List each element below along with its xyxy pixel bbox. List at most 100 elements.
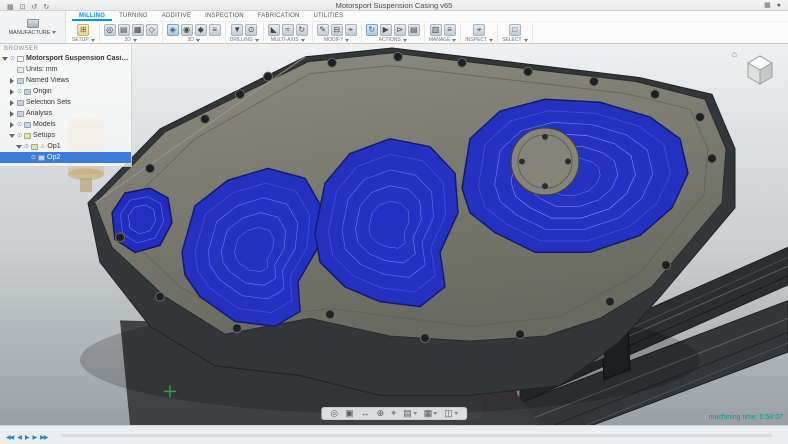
browser-row-units-mm[interactable]: Units: mm bbox=[0, 64, 131, 75]
go-to-end-icon[interactable]: ▶▶ bbox=[40, 435, 48, 441]
face-icon[interactable]: ▦ bbox=[131, 24, 144, 36]
step-forward-icon[interactable]: ▶ bbox=[32, 435, 37, 441]
browser-row-models[interactable]: ⊙ Models bbox=[0, 119, 131, 130]
ribbon-groups: ⊞ SETUP ◎ ▤ ▦ ◇ 2D ◈ ◉ ◆ ≡ 3D ▼ ⊙ DRILLING ◣ ≈ ↻ MULTI-AXI… bbox=[66, 22, 788, 43]
collapse-arrow-icon[interactable] bbox=[10, 99, 14, 106]
save-icon[interactable]: ⊡ bbox=[20, 4, 26, 11]
2d-contour-icon[interactable]: ◇ bbox=[145, 24, 158, 36]
browser-row-label: Models bbox=[33, 121, 56, 128]
undo-icon[interactable]: ↺ bbox=[32, 4, 38, 11]
browser-row-selection-sets[interactable]: Selection Sets bbox=[0, 97, 131, 108]
look-at-icon[interactable]: ▣ bbox=[345, 409, 354, 418]
setup-sheet-icon[interactable]: ▤ bbox=[407, 24, 420, 36]
pan-icon[interactable]: ↔ bbox=[361, 409, 370, 418]
expand-arrow-icon[interactable] bbox=[9, 133, 15, 138]
warning-icon: ⚠ bbox=[40, 143, 46, 150]
browser-row-analysis[interactable]: Analysis bbox=[0, 108, 131, 119]
coordinate-system-icon[interactable]: ⌖ bbox=[344, 24, 357, 36]
swarf-icon[interactable]: ◣ bbox=[267, 24, 280, 36]
tab-turning[interactable]: TURNING bbox=[112, 11, 155, 21]
generate-toolpath-icon[interactable]: ↻ bbox=[365, 24, 378, 36]
adaptive-clearing-icon[interactable]: ◈ bbox=[166, 24, 179, 36]
2d-adaptive-icon[interactable]: ◎ bbox=[103, 24, 116, 36]
tab-milling[interactable]: MILLING bbox=[72, 11, 112, 21]
collapse-arrow-icon[interactable] bbox=[10, 77, 14, 84]
orbit-icon[interactable]: ◎ bbox=[330, 409, 338, 418]
visibility-eye-icon[interactable]: ⊙ bbox=[10, 56, 15, 62]
collapse-arrow-icon[interactable] bbox=[10, 121, 14, 128]
measure-icon[interactable]: ⌖ bbox=[473, 24, 486, 36]
viewports-icon[interactable]: ◫ bbox=[444, 409, 458, 418]
steep-and-shallow-icon[interactable]: ◆ bbox=[194, 24, 207, 36]
title-bar: ▦ ⊡ ↺ ↻ Motorsport Suspension Casing v65 ▦ ● bbox=[0, 0, 788, 11]
task-manager-icon[interactable]: ≡ bbox=[443, 24, 456, 36]
ribbon-group-label-drilling[interactable]: DRILLING bbox=[230, 36, 259, 43]
simulate-icon[interactable]: ▶ bbox=[379, 24, 392, 36]
play-icon[interactable]: ▶ bbox=[25, 435, 30, 441]
application-grid-icon[interactable]: ▦ bbox=[7, 4, 14, 11]
ribbon-group-label-inspect[interactable]: INSPECT bbox=[465, 36, 494, 43]
collapse-arrow-icon[interactable] bbox=[10, 110, 14, 117]
display-settings-icon[interactable]: ▤ bbox=[403, 409, 417, 418]
collapse-arrow-icon[interactable] bbox=[10, 88, 14, 95]
browser-panel-header[interactable]: BROWSER bbox=[0, 44, 131, 53]
tab-fabrication[interactable]: FABRICATION bbox=[251, 11, 307, 21]
browser-row-op2[interactable]: ⊙ Op2 bbox=[0, 152, 131, 163]
go-to-start-icon[interactable]: ◀◀ bbox=[6, 435, 14, 441]
fixture-icon[interactable]: ⊟ bbox=[330, 24, 343, 36]
visibility-eye-icon[interactable]: ⊙ bbox=[24, 144, 29, 150]
expand-arrow-icon[interactable] bbox=[2, 56, 8, 61]
extensions-icon[interactable]: ▦ bbox=[764, 1, 771, 10]
browser-row-label: Motorsport Suspension Casing v65 bbox=[26, 55, 129, 62]
step-back-icon[interactable]: ◀ bbox=[17, 435, 22, 441]
browser-row-motorsport-suspension-casing-v65[interactable]: ⊙ Motorsport Suspension Casing v65 bbox=[0, 53, 131, 64]
ribbon-group-label-actions[interactable]: ACTIONS bbox=[366, 36, 420, 43]
viewport[interactable]: BROWSER ⊙ Motorsport Suspension Casing v6… bbox=[0, 44, 788, 425]
post-process-icon[interactable]: ⊳ bbox=[393, 24, 406, 36]
visibility-eye-icon[interactable]: ⊙ bbox=[31, 155, 36, 161]
new-setup-icon[interactable]: ⊞ bbox=[77, 24, 90, 36]
visibility-eye-icon[interactable]: ⊙ bbox=[17, 122, 22, 128]
edit-toolpath-icon[interactable]: ✎ bbox=[316, 24, 329, 36]
home-view-icon[interactable]: ⌂ bbox=[732, 49, 737, 59]
2d-pocket-icon[interactable]: ▤ bbox=[117, 24, 130, 36]
view-cube[interactable]: ⌂ bbox=[732, 49, 780, 89]
ribbon-group-label-select[interactable]: SELECT bbox=[502, 36, 528, 43]
tab-additive[interactable]: ADDITIVE bbox=[155, 11, 198, 21]
browser-row-op1[interactable]: ⊙ ⚠ Op1 bbox=[0, 141, 131, 152]
ribbon-group-label-2d[interactable]: 2D bbox=[104, 36, 158, 43]
browser-row-label: Analysis bbox=[26, 110, 53, 117]
grid-and-snaps-icon[interactable]: ▦ bbox=[424, 409, 438, 418]
browser-row-origin[interactable]: ⊙ Origin bbox=[0, 86, 131, 97]
browser-row-label: Units: mm bbox=[26, 66, 58, 73]
browser-row-setups[interactable]: ⊙ Setups bbox=[0, 130, 131, 141]
redo-icon[interactable]: ↻ bbox=[43, 4, 49, 11]
pocket-clearing-icon[interactable]: ◉ bbox=[180, 24, 193, 36]
workspace-switcher[interactable]: MANUFACTURE bbox=[0, 11, 66, 43]
ribbon-group-label-multi-axis[interactable]: MULTI-AXIS bbox=[268, 36, 308, 43]
select-icon[interactable]: □ bbox=[508, 24, 521, 36]
visibility-eye-icon[interactable]: ⊙ bbox=[17, 133, 22, 139]
ribbon-group-label-modify[interactable]: MODIFY bbox=[317, 36, 357, 43]
bore-icon[interactable]: ⊙ bbox=[245, 24, 258, 36]
timeline-track[interactable] bbox=[61, 433, 772, 437]
flow-icon[interactable]: ≈ bbox=[281, 24, 294, 36]
browser-row-named-views[interactable]: Named Views bbox=[0, 75, 131, 86]
rotary-icon[interactable]: ↻ bbox=[295, 24, 308, 36]
tab-inspection[interactable]: INSPECTION bbox=[198, 11, 251, 21]
expand-arrow-icon[interactable] bbox=[16, 144, 22, 149]
tab-utilities[interactable]: UTILITIES bbox=[307, 11, 351, 21]
visibility-eye-icon[interactable]: ⊙ bbox=[17, 89, 22, 95]
machining-time-status: machining time: 0:58:07 bbox=[708, 414, 783, 421]
tool-library-icon[interactable]: ▥ bbox=[429, 24, 442, 36]
browser-panel[interactable]: BROWSER ⊙ Motorsport Suspension Casing v6… bbox=[0, 44, 132, 167]
view-cube-icon[interactable] bbox=[740, 49, 780, 89]
profile-icon[interactable]: ● bbox=[777, 1, 781, 10]
ribbon-group-label-setup[interactable]: SETUP bbox=[72, 36, 95, 43]
drill-icon[interactable]: ▼ bbox=[231, 24, 244, 36]
fit-icon[interactable]: ⌖ bbox=[391, 409, 396, 418]
parallel-icon[interactable]: ≡ bbox=[208, 24, 221, 36]
ribbon-group-label-3d[interactable]: 3D bbox=[167, 36, 221, 43]
zoom-icon[interactable]: ⊕ bbox=[377, 409, 385, 418]
ribbon-group-label-manage[interactable]: MANAGE bbox=[429, 36, 457, 43]
